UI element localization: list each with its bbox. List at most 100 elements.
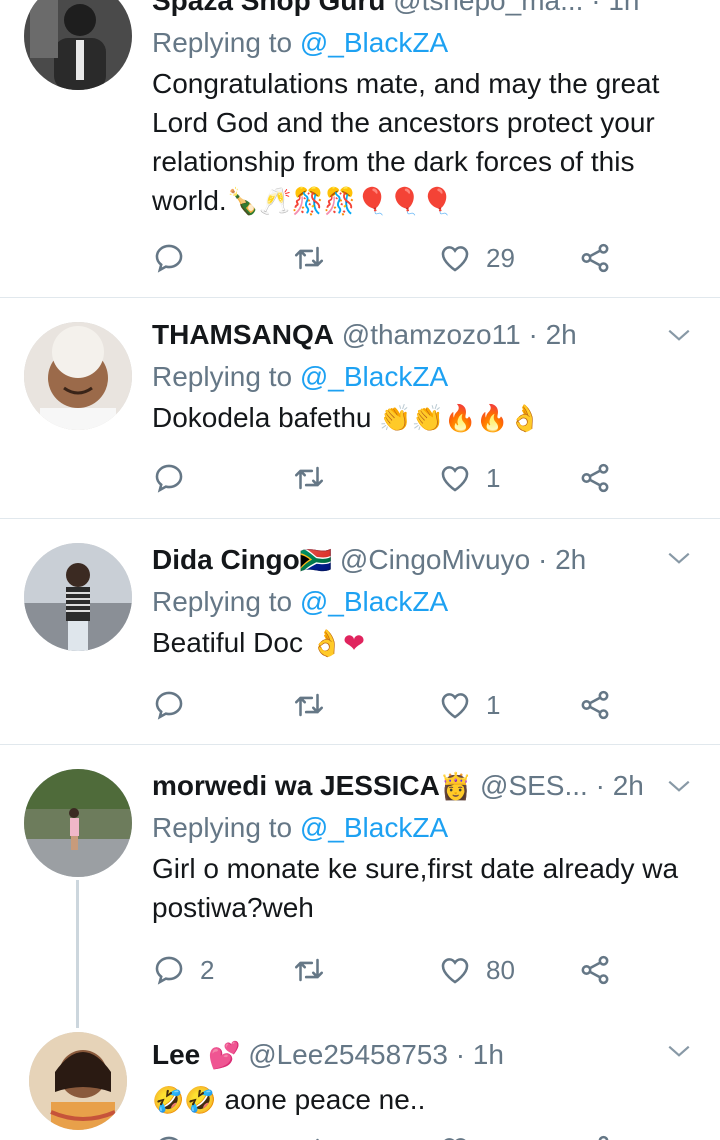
timestamp[interactable]: 2h: [613, 770, 644, 801]
tweet-text: Congratulations mate, and may the great …: [152, 68, 660, 217]
timestamp[interactable]: 1h: [473, 1039, 504, 1070]
retweet-icon: [294, 958, 324, 982]
tweet-emojis: 🍾🥂🎊🎊🎈🎈🎈: [226, 187, 454, 217]
share-icon: [581, 243, 609, 273]
like-icon: [441, 466, 469, 492]
chevron-down-icon[interactable]: [666, 545, 692, 571]
reply-button[interactable]: [152, 456, 200, 500]
replying-to: Replying to @_BlackZA: [152, 586, 449, 617]
retweet-button[interactable]: [292, 456, 326, 500]
replying-to: Replying to @_BlackZA: [152, 361, 449, 392]
timestamp[interactable]: 1h: [608, 0, 639, 16]
tweet-2[interactable]: THAMSANQA @thamzozo11 · 2h Replying to @…: [0, 298, 720, 518]
reply-count: 2: [200, 954, 215, 985]
tweet-actions: 1 11: [152, 1128, 622, 1140]
tweet-actions: 1: [152, 683, 622, 727]
like-button[interactable]: 80: [438, 948, 515, 992]
reply-icon: [155, 956, 183, 985]
tweet-emojis: 🤣🤣: [152, 1086, 217, 1116]
reply-icon: [155, 691, 183, 720]
like-count: 80: [486, 954, 515, 985]
retweet-icon: [294, 693, 324, 717]
share-icon: [581, 690, 609, 720]
share-button[interactable]: [578, 456, 612, 500]
chevron-down-icon[interactable]: [666, 322, 692, 348]
reply-icon: [155, 464, 183, 493]
like-button[interactable]: 11: [438, 1128, 513, 1140]
tweet-actions: 29: [152, 236, 622, 280]
tweet-header: Lee 💕 @Lee25458753 · 1h: [152, 1039, 504, 1071]
mention-link[interactable]: @_BlackZA: [300, 27, 448, 58]
replying-to: Replying to @_BlackZA: [152, 27, 449, 58]
user-handle[interactable]: @Lee25458753: [248, 1039, 448, 1070]
retweet-button[interactable]: [292, 948, 326, 992]
tweet-actions: 2 80: [152, 948, 622, 992]
tweet-1[interactable]: Spaza Shop Guru @tshepo_ma... · 1h Reply…: [0, 0, 720, 297]
avatar[interactable]: [24, 0, 132, 90]
tweet-actions: 1: [152, 456, 622, 500]
avatar[interactable]: [24, 543, 132, 651]
tweet-header: THAMSANQA @thamzozo11 · 2h: [152, 319, 577, 350]
like-button[interactable]: 29: [438, 236, 515, 280]
retweet-button[interactable]: [292, 1128, 326, 1140]
retweet-button[interactable]: [292, 236, 326, 280]
retweet-button[interactable]: [292, 683, 326, 727]
share-icon: [581, 955, 609, 985]
name-emoji: 👸: [439, 772, 473, 802]
like-icon: [441, 246, 469, 272]
user-handle[interactable]: @SES...: [480, 770, 588, 801]
display-name[interactable]: Spaza Shop Guru: [152, 0, 385, 16]
tweet-emojis: 👏👏🔥🔥👌: [379, 404, 542, 434]
avatar[interactable]: [24, 769, 132, 877]
mention-link[interactable]: @_BlackZA: [300, 586, 448, 617]
tweet-text: Beatiful Doc 👌❤: [152, 627, 365, 659]
tweet-text: 🤣🤣 aone peace ne..: [152, 1084, 426, 1116]
avatar[interactable]: [29, 1032, 127, 1130]
display-name[interactable]: Dida Cingo: [152, 544, 300, 575]
share-button[interactable]: [578, 236, 612, 280]
user-handle[interactable]: @tshepo_ma...: [393, 0, 583, 16]
display-name[interactable]: morwedi wa JESSICA: [152, 770, 440, 801]
display-name[interactable]: THAMSANQA: [152, 319, 334, 350]
reply-button[interactable]: 1: [152, 1128, 214, 1140]
reply-icon: [159, 1136, 179, 1140]
like-button[interactable]: 1: [438, 456, 500, 500]
share-button[interactable]: [578, 948, 612, 992]
reply-button[interactable]: [152, 236, 200, 280]
like-button[interactable]: 1: [438, 683, 500, 727]
tweet-header: Dida Cingo🇿🇦 @CingoMivuyo · 2h: [152, 544, 587, 576]
name-emoji: 💕: [208, 1041, 241, 1071]
reply-button[interactable]: 2: [152, 948, 214, 992]
user-handle[interactable]: @CingoMivuyo: [340, 544, 530, 575]
reply-button[interactable]: [152, 683, 200, 727]
retweet-icon: [294, 246, 324, 270]
mention-link[interactable]: @_BlackZA: [300, 361, 448, 392]
chevron-down-icon[interactable]: [666, 1038, 692, 1064]
tweet-3[interactable]: Dida Cingo🇿🇦 @CingoMivuyo · 2h Replying …: [0, 519, 720, 744]
mention-link[interactable]: @_BlackZA: [300, 812, 448, 843]
like-icon: [441, 958, 469, 984]
like-count: 11: [486, 1135, 513, 1140]
share-button[interactable]: [578, 1128, 612, 1140]
replying-to: Replying to @_BlackZA: [152, 812, 449, 843]
reply-icon: [155, 244, 183, 273]
avatar[interactable]: [24, 322, 132, 430]
share-button[interactable]: [578, 683, 612, 727]
like-count: 29: [486, 242, 515, 273]
like-count: 1: [486, 689, 501, 720]
tweet-4[interactable]: morwedi wa JESSICA👸 @SES... · 2h Replyin…: [0, 745, 720, 1035]
timestamp[interactable]: 2h: [546, 319, 577, 350]
chevron-down-icon[interactable]: [666, 773, 692, 799]
tweet-text: Dokodela bafethu 👏👏🔥🔥👌: [152, 402, 542, 434]
tweet-header: morwedi wa JESSICA👸 @SES... · 2h: [152, 770, 644, 802]
timestamp[interactable]: 2h: [555, 544, 586, 575]
display-name[interactable]: Lee: [152, 1039, 200, 1070]
tweet-text: Girl o monate ke sure,first date already…: [152, 853, 679, 923]
retweet-icon: [294, 466, 324, 490]
share-icon: [581, 463, 609, 493]
like-count: 1: [486, 462, 501, 493]
name-emoji: 🇿🇦: [299, 546, 333, 576]
user-handle[interactable]: @thamzozo11: [342, 319, 521, 350]
reply-count: 1: [200, 1135, 214, 1140]
tweet-5[interactable]: Lee 💕 @Lee25458753 · 1h 🤣🤣 aone peace ne…: [0, 1028, 720, 1140]
